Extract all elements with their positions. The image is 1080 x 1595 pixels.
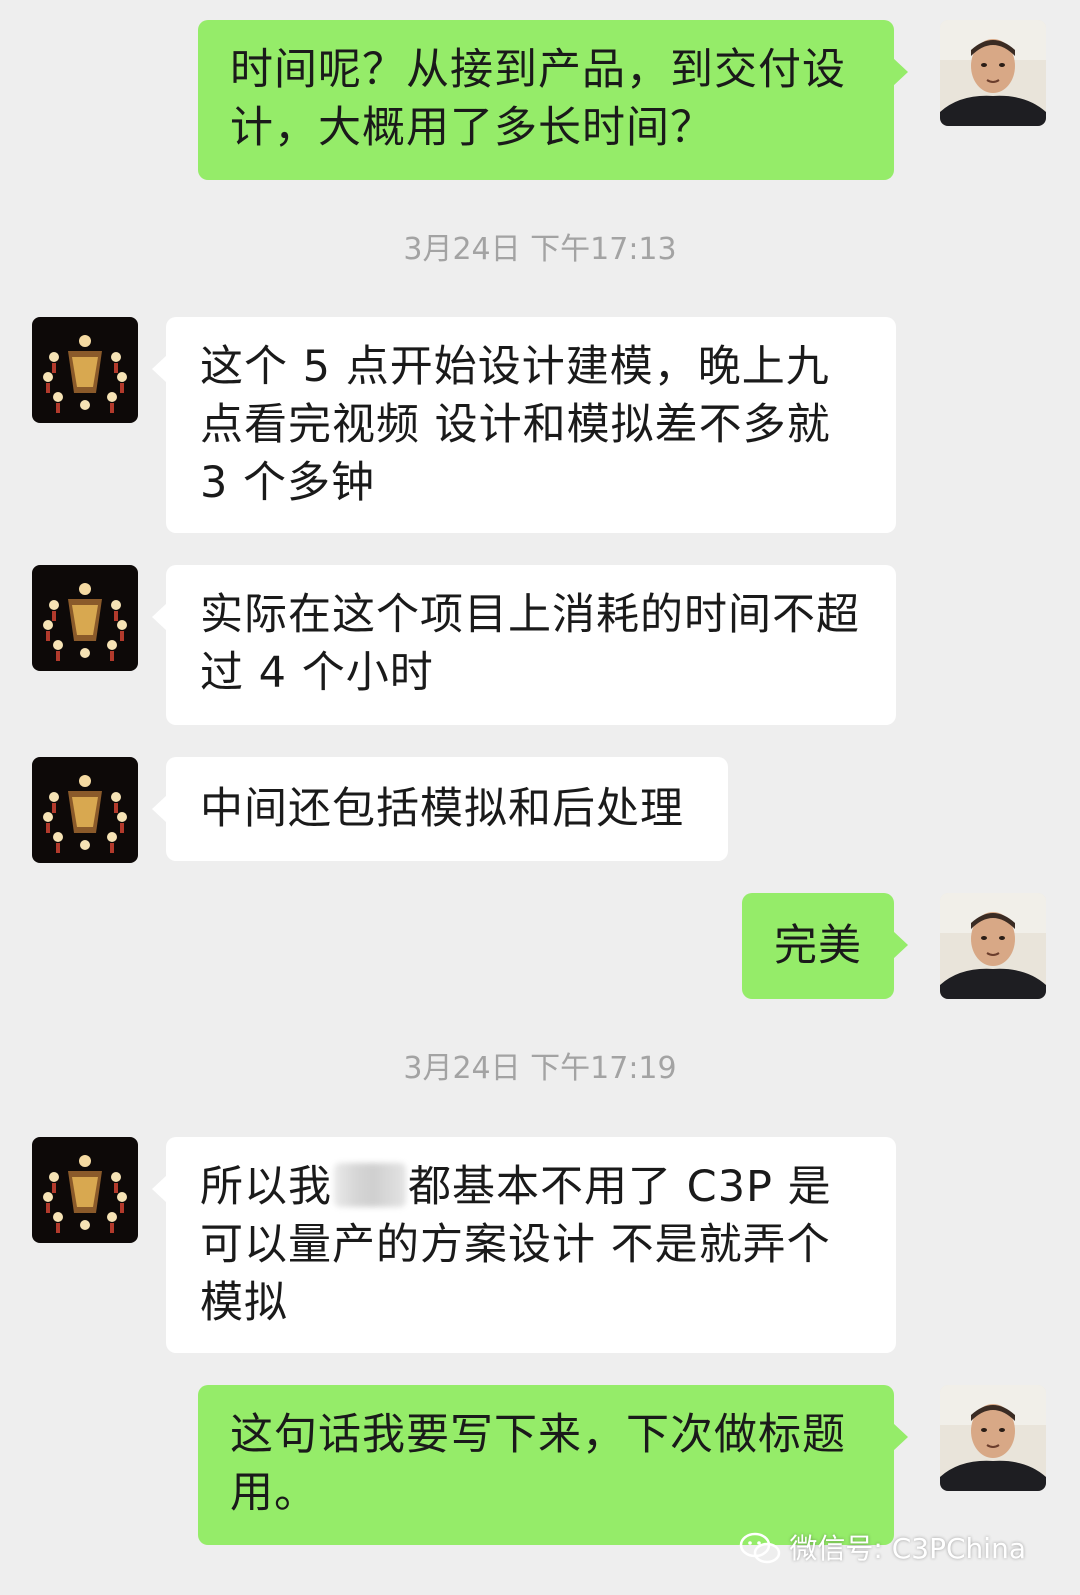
chandelier-icon xyxy=(32,317,138,423)
message-text-before-redaction: 所以我 xyxy=(200,1162,332,1212)
message-text: 中间还包括模拟和后处理 xyxy=(200,784,684,834)
message-timestamp: 3月24日 下午17:19 xyxy=(403,1051,677,1086)
message-text: 这句话我要写下来，下次做标题用。 xyxy=(230,1410,846,1518)
chandelier-icon xyxy=(32,757,138,863)
wechat-watermark: 微信号: C3PChina xyxy=(739,1531,1026,1567)
contact-avatar[interactable] xyxy=(32,757,138,863)
self-avatar[interactable] xyxy=(940,893,1046,999)
message-bubble-self[interactable]: 时间呢？从接到产品，到交付设计，大概用了多长时间？ xyxy=(198,20,908,180)
message-text: 实际在这个项目上消耗的时间不超过 4 个小时 xyxy=(200,590,860,698)
redacted-blur xyxy=(334,1163,406,1207)
message-bubble-self[interactable]: 这句话我要写下来，下次做标题用。 xyxy=(198,1385,908,1545)
message-bubble-other[interactable]: 所以我 都基本不用了 C3P 是可以量产的方案设计 不是就弄个模拟 xyxy=(152,1137,896,1353)
message-text: 时间呢？从接到产品，到交付设计，大概用了多长时间？ xyxy=(230,45,846,153)
contact-avatar[interactable] xyxy=(32,565,138,671)
chandelier-icon xyxy=(32,565,138,671)
self-avatar[interactable] xyxy=(940,1385,1046,1491)
message-timestamp: 3月24日 下午17:13 xyxy=(403,232,677,267)
chandelier-icon xyxy=(32,1137,138,1243)
message-bubble-other[interactable]: 中间还包括模拟和后处理 xyxy=(152,757,728,861)
message-bubble-other[interactable]: 实际在这个项目上消耗的时间不超过 4 个小时 xyxy=(152,565,896,725)
man-portrait-icon xyxy=(940,893,1046,999)
message-text: 这个 5 点开始设计建模，晚上九点看完视频 设计和模拟差不多就 3 个多钟 xyxy=(200,342,831,508)
message-text: 完美 xyxy=(774,921,862,971)
man-portrait-icon xyxy=(940,20,1046,126)
contact-avatar[interactable] xyxy=(32,317,138,423)
wechat-logo-icon xyxy=(740,1532,781,1564)
self-avatar[interactable] xyxy=(940,20,1046,126)
chat-view: 时间呢？从接到产品，到交付设计，大概用了多长时间？ 3月24日 下午17:13 … xyxy=(0,0,1080,1595)
message-bubble-other[interactable]: 这个 5 点开始设计建模，晚上九点看完视频 设计和模拟差不多就 3 个多钟 xyxy=(152,317,896,533)
man-portrait-icon xyxy=(940,1385,1046,1491)
contact-avatar[interactable] xyxy=(32,1137,138,1243)
message-bubble-self[interactable]: 完美 xyxy=(742,893,908,999)
watermark-text: 微信号: C3PChina xyxy=(789,1532,1026,1565)
